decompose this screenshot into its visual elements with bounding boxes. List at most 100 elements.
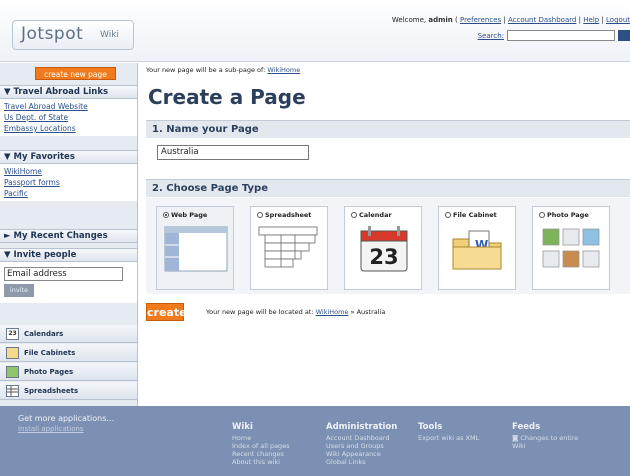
page-type-options: Web Page Spreadsheet Calendar 23 File Ca… xyxy=(146,198,630,294)
search-input[interactable] xyxy=(507,30,615,41)
sidebar: create new page ▼ Travel Abroad Links Tr… xyxy=(0,63,138,406)
logo[interactable]: Jotspot Wiki xyxy=(12,20,134,50)
embassy-locations-link[interactable]: Embassy Locations xyxy=(4,123,133,134)
step-type-header: 2. Choose Page Type xyxy=(146,179,630,197)
footer-admin-title: Administration xyxy=(326,422,398,432)
spreadsheet-type-icon xyxy=(258,226,318,268)
footer-users-groups-link[interactable]: Users and Groups xyxy=(326,442,397,450)
subpage-prefix: Your new page will be a sub-page of: xyxy=(146,66,268,74)
type-spreadsheet-label[interactable]: Spreadsheet xyxy=(257,211,311,219)
type-photo-page-label[interactable]: Photo Page xyxy=(539,211,589,219)
wikihome-link[interactable]: WikiHome xyxy=(4,166,133,177)
logo-subtitle: Wiki xyxy=(100,30,119,40)
file-cabinet-type-icon: W xyxy=(452,230,502,270)
footer-index-link[interactable]: Index of all pages xyxy=(232,442,290,450)
calendar-label: Calendar xyxy=(359,211,392,219)
photo-pages-app[interactable]: Photo Pages xyxy=(0,363,137,381)
web-page-radio[interactable] xyxy=(163,212,169,218)
type-file-cabinet[interactable]: File Cabinet W xyxy=(438,206,516,290)
photo-icon xyxy=(6,365,19,378)
photo-page-label: Photo Page xyxy=(547,211,589,219)
footer-feed-wiki-link[interactable]: Wiki xyxy=(512,442,578,450)
recent-changes-header[interactable]: ► My Recent Changes xyxy=(0,229,137,243)
footer-feed-changes-label: Changes to entire xyxy=(520,434,579,442)
invite-button[interactable]: invite xyxy=(4,284,34,297)
search-label[interactable]: Search: xyxy=(478,32,504,40)
type-web-page[interactable]: Web Page xyxy=(156,206,234,290)
photo-page-type-icon xyxy=(542,228,600,268)
footer-appearance-link[interactable]: Wiki Appearance xyxy=(326,450,397,458)
calendar-icon: 23 xyxy=(6,327,19,340)
page-title: Create a Page xyxy=(148,85,306,109)
type-photo-page[interactable]: Photo Page xyxy=(532,206,610,290)
header: Jotspot Wiki Welcome, admin ( Preference… xyxy=(0,0,630,62)
favorites-list: WikiHome Passport forms Pacific xyxy=(0,164,137,201)
type-spreadsheet[interactable]: Spreadsheet xyxy=(250,206,328,290)
footer-home-link[interactable]: Home xyxy=(232,434,290,442)
welcome-prefix: Welcome, xyxy=(391,16,429,24)
calendars-label: Calendars xyxy=(24,329,64,338)
pacific-link[interactable]: Pacific xyxy=(4,188,133,199)
footer-feeds-title: Feeds xyxy=(512,422,541,432)
favorites-section: ▼ My Favorites WikiHome Passport forms P… xyxy=(0,150,137,201)
help-link[interactable]: Help xyxy=(583,16,599,24)
travel-abroad-website-link[interactable]: Travel Abroad Website xyxy=(4,101,133,112)
type-file-cabinet-label[interactable]: File Cabinet xyxy=(445,211,497,219)
main-content: Your new page will be a sub-page of: Wik… xyxy=(142,63,630,406)
spreadsheets-app[interactable]: Spreadsheets xyxy=(0,382,137,400)
footer-export-xml-link[interactable]: Export wiki as XML xyxy=(418,434,479,442)
travel-links-section: ▼ Travel Abroad Links Travel Abroad Webs… xyxy=(0,85,137,136)
logo-text: Jotspot xyxy=(21,24,84,44)
type-calendar-label[interactable]: Calendar xyxy=(351,211,392,219)
location-prefix: Your new page will be located at: xyxy=(206,308,316,316)
file-cabinet-label: File Cabinet xyxy=(453,211,497,219)
calendar-day-number: 23 xyxy=(369,245,399,269)
travel-links-title: Travel Abroad Links xyxy=(13,87,109,97)
invite-body: Email address invite xyxy=(0,262,137,303)
travel-links-list: Travel Abroad Website Us Dept. of State … xyxy=(0,99,137,136)
email-field[interactable]: Email address xyxy=(4,267,123,281)
calendars-app[interactable]: 23 Calendars xyxy=(0,325,137,343)
type-calendar[interactable]: Calendar 23 xyxy=(344,206,422,290)
location-suffix: » Australia xyxy=(348,308,386,316)
spreadsheet-radio[interactable] xyxy=(257,212,263,218)
search-button[interactable] xyxy=(618,30,630,41)
welcome-bar: Welcome, admin ( Preferences | Account D… xyxy=(391,16,630,24)
calendar-radio[interactable] xyxy=(351,212,357,218)
travel-links-header[interactable]: ▼ Travel Abroad Links xyxy=(0,85,137,99)
footer-tools-title: Tools xyxy=(418,422,443,432)
footer-global-links-link[interactable]: Global Links xyxy=(326,458,397,466)
footer-feeds-column: Feeds ◙ Changes to entire Wiki xyxy=(512,422,578,450)
invite-header[interactable]: ▼ Invite people xyxy=(0,248,137,262)
recent-changes-title: My Recent Changes xyxy=(13,231,108,241)
file-cabinets-app[interactable]: File Cabinets xyxy=(0,344,137,362)
footer-account-dashboard-link[interactable]: Account Dashboard xyxy=(326,434,397,442)
install-apps-link[interactable]: Install applications xyxy=(18,425,84,433)
photo-page-radio[interactable] xyxy=(539,212,545,218)
page-name-input[interactable]: Australia xyxy=(157,145,309,160)
footer-feed-changes-link[interactable]: ◙ Changes to entire xyxy=(512,434,578,442)
create-button[interactable]: create xyxy=(146,303,187,321)
favorites-header[interactable]: ▼ My Favorites xyxy=(0,150,137,164)
subpage-parent-link[interactable]: WikiHome xyxy=(267,66,300,74)
footer-recent-link[interactable]: Recent changes xyxy=(232,450,290,458)
spreadsheets-label: Spreadsheets xyxy=(24,386,79,395)
account-dashboard-link[interactable]: Account Dashboard xyxy=(508,16,576,24)
username: admin xyxy=(428,16,453,24)
file-cabinet-radio[interactable] xyxy=(445,212,451,218)
create-new-page-button[interactable]: create new page xyxy=(35,67,116,80)
location-parent-link[interactable]: WikiHome xyxy=(316,308,349,316)
recent-changes-section: ► My Recent Changes xyxy=(0,229,137,243)
passport-forms-link[interactable]: Passport forms xyxy=(4,177,133,188)
footer-wiki-column: Wiki Home Index of all pages Recent chan… xyxy=(232,422,290,466)
file-cabinet-icon xyxy=(6,346,19,359)
logout-link[interactable]: Logout xyxy=(606,16,630,24)
footer-about-link[interactable]: About this wiki xyxy=(232,458,290,466)
step-name-header: 1. Name your Page xyxy=(146,120,630,138)
type-web-page-label[interactable]: Web Page xyxy=(163,211,207,219)
dept-of-state-link[interactable]: Us Dept. of State xyxy=(4,112,133,123)
footer-admin-column: Administration Account Dashboard Users a… xyxy=(326,422,397,466)
footer-tools-column: Tools Export wiki as XML xyxy=(418,422,479,442)
preferences-link[interactable]: Preferences xyxy=(460,16,501,24)
file-cabinets-label: File Cabinets xyxy=(24,348,76,357)
